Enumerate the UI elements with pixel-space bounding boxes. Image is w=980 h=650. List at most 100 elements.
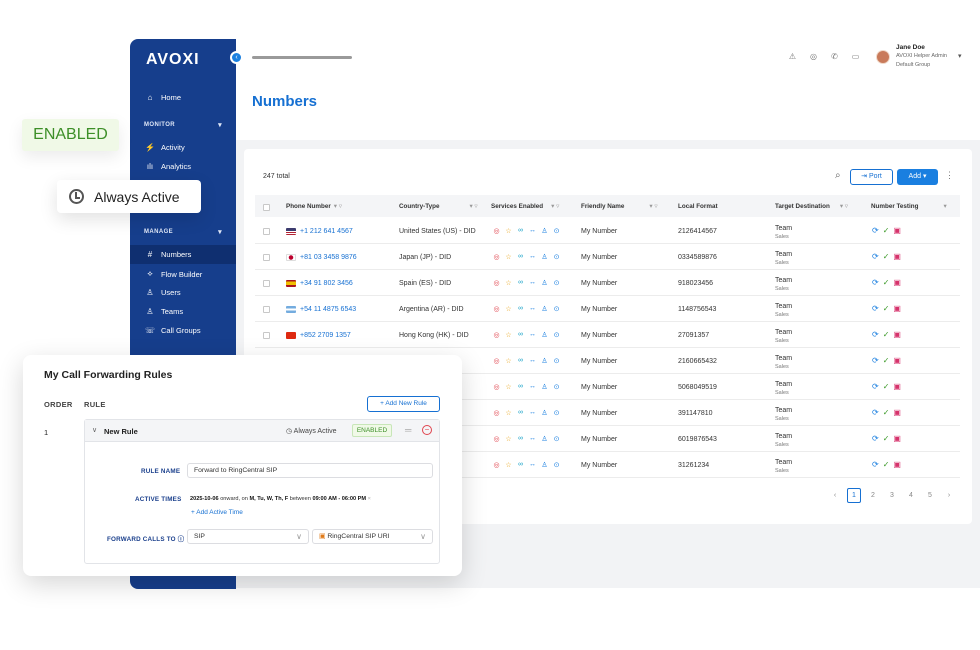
- rule-name-input[interactable]: Forward to RingCentral SIP: [187, 463, 433, 478]
- sort-icon[interactable]: ▾ ▿: [840, 203, 848, 210]
- record-icon: ◎: [493, 228, 500, 235]
- sidebar-item-flow-builder[interactable]: ⟡ Flow Builder: [144, 269, 202, 279]
- phone-number-link[interactable]: +1 212 641 4567: [300, 228, 353, 235]
- local-format: 1148756543: [678, 306, 717, 313]
- test-call-icon[interactable]: ▣: [893, 252, 901, 261]
- chevron-down-icon[interactable]: ∨: [92, 426, 97, 434]
- test-call-icon[interactable]: ▣: [893, 434, 901, 443]
- refresh-icon[interactable]: ⟳: [872, 460, 879, 469]
- sidebar-item-users[interactable]: ♙ Users: [144, 288, 180, 297]
- sidebar-item-analytics[interactable]: ılı Analytics: [144, 162, 191, 171]
- collapse-sidebar-button[interactable]: ‹: [230, 51, 243, 64]
- test-call-icon[interactable]: ▣: [893, 304, 901, 313]
- test-call-icon[interactable]: ▣: [893, 278, 901, 287]
- column-header-country[interactable]: Country-Type ▾ ▿: [399, 203, 478, 210]
- search-icon[interactable]: ⌕: [835, 170, 841, 181]
- chevron-down-icon[interactable]: ▾: [958, 52, 962, 60]
- warning-icon[interactable]: ⚠: [787, 52, 798, 61]
- forward-type-select[interactable]: SIP ∨: [187, 529, 309, 544]
- sort-icon[interactable]: ▾ ▿: [334, 203, 342, 210]
- sidebar-item-teams[interactable]: ♙ Teams: [144, 307, 183, 316]
- sort-icon[interactable]: ▾ ▿: [649, 203, 657, 210]
- target-sub: Sales: [775, 364, 789, 370]
- row-checkbox[interactable]: [263, 280, 270, 287]
- check-icon: ✓: [882, 226, 890, 235]
- column-header-local[interactable]: Local Format: [678, 203, 718, 210]
- refresh-icon[interactable]: ⟳: [872, 434, 879, 443]
- info-icon: ⓘ: [177, 536, 185, 543]
- phone-number-link[interactable]: +34 91 802 3456: [300, 280, 353, 287]
- sidebar-item-call-groups[interactable]: ☏ Call Groups: [144, 326, 201, 335]
- message-icon[interactable]: ▭: [850, 52, 861, 61]
- help-icon[interactable]: ◎: [808, 52, 819, 61]
- remove-time-icon[interactable]: ×: [368, 496, 371, 502]
- port-button[interactable]: ⇥ Port: [850, 169, 893, 185]
- active-time-entry: 2025-10-06 onward, on M, Tu, W, Th, F be…: [190, 496, 371, 502]
- add-button[interactable]: Add ▾: [897, 169, 938, 185]
- chevron-down-icon[interactable]: ▾: [943, 203, 946, 210]
- column-header-testing[interactable]: Number Testing ▾: [871, 203, 947, 210]
- test-call-icon[interactable]: ▣: [893, 382, 901, 391]
- test-call-icon[interactable]: ▣: [893, 226, 901, 235]
- phone-number-link[interactable]: +852 2709 1357: [300, 332, 351, 339]
- sort-icon[interactable]: ▾ ▿: [469, 203, 477, 210]
- call-forwarding-card: My Call Forwarding Rules ORDER RULE + Ad…: [23, 355, 462, 576]
- phone-number-link[interactable]: +54 11 4875 6543: [300, 306, 356, 313]
- row-checkbox[interactable]: [263, 254, 270, 261]
- rule-panel-header[interactable]: ∨ New Rule ◷ Always Active ENABLED ═ −: [85, 420, 439, 442]
- sidebar-section-monitor[interactable]: MONITOR ▾: [144, 122, 222, 129]
- row-checkbox[interactable]: [263, 228, 270, 235]
- sidebar-item-numbers[interactable]: # Numbers: [144, 250, 192, 259]
- select-all-checkbox[interactable]: [263, 204, 270, 211]
- refresh-icon[interactable]: ⟳: [872, 382, 879, 391]
- phone-number-link[interactable]: +81 03 3458 9876: [300, 254, 357, 261]
- sort-icon[interactable]: ▾ ▿: [551, 203, 559, 210]
- add-active-time-link[interactable]: + Add Active Time: [191, 509, 243, 516]
- column-header-friendly[interactable]: Friendly Name ▾ ▿: [581, 203, 657, 210]
- sidebar-item-activity[interactable]: ⚡ Activity: [144, 143, 185, 152]
- refresh-icon[interactable]: ⟳: [872, 304, 879, 313]
- test-call-icon[interactable]: ▣: [893, 408, 901, 417]
- next-page-button[interactable]: ›: [942, 492, 956, 499]
- test-call-icon[interactable]: ▣: [893, 460, 901, 469]
- test-call-icon[interactable]: ▣: [893, 330, 901, 339]
- settings-icon: ⊙: [553, 436, 560, 443]
- row-checkbox[interactable]: [263, 332, 270, 339]
- voicemail-icon: ∞: [518, 279, 523, 286]
- avatar[interactable]: [876, 50, 890, 64]
- drag-handle-icon[interactable]: ═: [405, 425, 411, 435]
- column-header-phone[interactable]: Phone Number ▾ ▿: [286, 203, 342, 210]
- local-format: 2126414567: [678, 228, 717, 235]
- sidebar-item-home[interactable]: ⌂ Home: [144, 93, 181, 102]
- forward-target-select[interactable]: ▣ RingCentral SIP URI ∨: [312, 529, 433, 544]
- rule-enabled-badge[interactable]: ENABLED: [352, 424, 392, 437]
- prev-page-button[interactable]: ‹: [828, 492, 842, 499]
- row-checkbox[interactable]: [263, 306, 270, 313]
- page-1-button[interactable]: 1: [847, 488, 861, 503]
- sidebar-section-manage[interactable]: MANAGE ▾: [144, 229, 222, 236]
- refresh-icon[interactable]: ⟳: [872, 408, 879, 417]
- rule-name-label: RULE NAME: [141, 468, 181, 475]
- target-name: Team: [775, 459, 793, 466]
- refresh-icon[interactable]: ⟳: [872, 330, 879, 339]
- column-header-services[interactable]: Services Enabled ▾ ▿: [491, 203, 559, 210]
- phone-icon[interactable]: ✆: [829, 52, 840, 61]
- refresh-icon[interactable]: ⟳: [872, 252, 879, 261]
- page-5-button[interactable]: 5: [923, 492, 937, 499]
- more-options-icon[interactable]: ⋮: [945, 170, 954, 181]
- column-header-target[interactable]: Target Destination ▾ ▿: [775, 203, 848, 210]
- transfer-icon: ↔: [529, 409, 536, 416]
- voicemail-icon: ∞: [518, 305, 523, 312]
- refresh-icon[interactable]: ⟳: [872, 356, 879, 365]
- agent-icon: ♙: [541, 332, 548, 339]
- refresh-icon[interactable]: ⟳: [872, 278, 879, 287]
- delete-rule-icon[interactable]: −: [422, 425, 432, 435]
- page-2-button[interactable]: 2: [866, 492, 880, 499]
- test-call-icon[interactable]: ▣: [893, 356, 901, 365]
- sidebar-item-label: Analytics: [161, 162, 192, 171]
- add-new-rule-button[interactable]: + Add New Rule: [367, 396, 440, 412]
- page-4-button[interactable]: 4: [904, 492, 918, 499]
- page-3-button[interactable]: 3: [885, 492, 899, 499]
- refresh-icon[interactable]: ⟳: [872, 226, 879, 235]
- sidebar-item-label: Call Groups: [161, 326, 201, 335]
